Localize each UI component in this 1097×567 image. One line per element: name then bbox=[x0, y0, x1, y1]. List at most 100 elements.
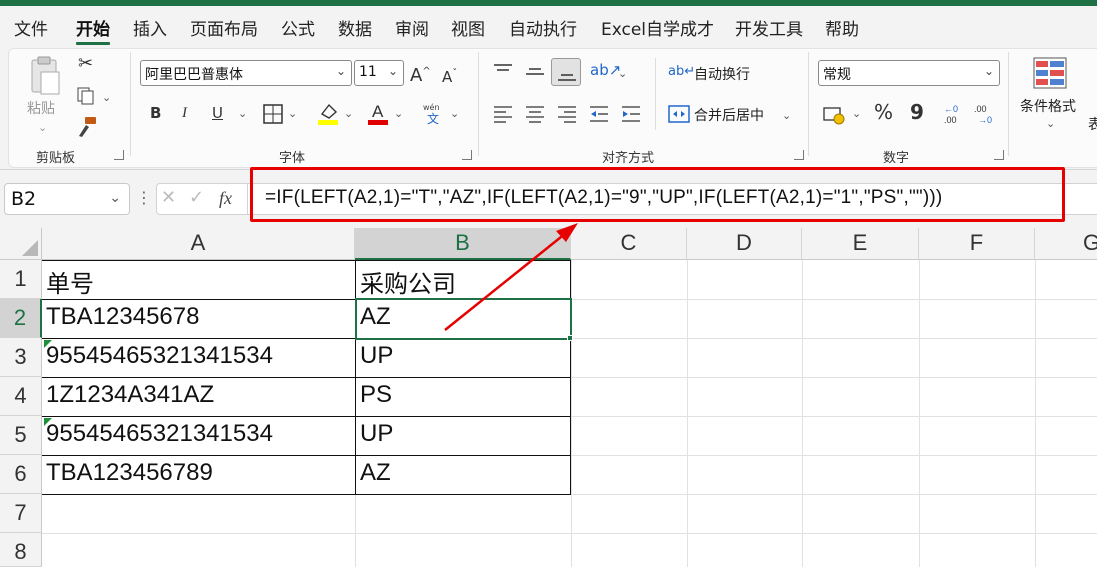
wrap-text-icon[interactable]: ab↵ bbox=[668, 62, 695, 82]
tab-help[interactable]: 帮助 bbox=[825, 15, 859, 40]
tab-file[interactable]: 文件 bbox=[14, 15, 48, 40]
column-header-d[interactable]: D bbox=[687, 228, 802, 260]
column-header-c[interactable]: C bbox=[571, 228, 687, 260]
tab-automate[interactable]: 自动执行 bbox=[509, 15, 577, 40]
cell-a2[interactable]: TBA12345678 bbox=[42, 303, 199, 331]
cut-icon[interactable]: ✂ bbox=[78, 54, 93, 74]
accounting-chevron-icon[interactable]: ⌄ bbox=[852, 104, 861, 124]
column-header-b[interactable]: B bbox=[355, 228, 571, 260]
copy-chevron-icon[interactable]: ⌄ bbox=[102, 88, 111, 108]
increase-decimal-icon[interactable]: ←0 .00 bbox=[940, 102, 966, 126]
decrease-decimal-icon[interactable]: .00 →0 bbox=[972, 102, 998, 126]
comma-style-button[interactable]: 9 bbox=[910, 102, 924, 122]
bold-button[interactable]: B bbox=[150, 103, 161, 123]
name-box[interactable]: B2 ⌄ bbox=[4, 183, 130, 215]
orientation-icon[interactable]: ab↗ bbox=[590, 60, 621, 80]
tab-insert[interactable]: 插入 bbox=[133, 15, 167, 40]
fill-color-icon[interactable] bbox=[316, 100, 340, 126]
row-header-2[interactable]: 2 bbox=[0, 299, 42, 338]
font-color-chevron-icon[interactable]: ⌄ bbox=[394, 104, 403, 124]
decrease-indent-icon[interactable] bbox=[588, 104, 610, 124]
font-color-icon[interactable]: A bbox=[366, 100, 390, 126]
italic-button[interactable]: I bbox=[182, 103, 187, 123]
increase-font-size-icon[interactable]: A^ bbox=[410, 62, 431, 86]
accounting-format-icon[interactable] bbox=[822, 104, 846, 126]
column-header-f[interactable]: F bbox=[919, 228, 1035, 260]
column-header-e[interactable]: E bbox=[802, 228, 919, 260]
tab-view[interactable]: 视图 bbox=[451, 15, 485, 40]
paste-chevron-icon[interactable]: ⌄ bbox=[38, 118, 47, 138]
tab-review[interactable]: 审阅 bbox=[395, 15, 429, 40]
font-name-dropdown[interactable]: 阿里巴巴普惠体 ⌄ bbox=[140, 60, 352, 86]
font-launcher-icon[interactable] bbox=[462, 150, 472, 160]
enter-icon[interactable]: ✓ bbox=[189, 188, 204, 208]
phonetic-guide-icon[interactable]: wén 文 bbox=[420, 102, 446, 126]
increase-indent-icon[interactable] bbox=[620, 104, 642, 124]
borders-chevron-icon[interactable]: ⌄ bbox=[288, 104, 297, 124]
clipboard-launcher-icon[interactable] bbox=[114, 150, 124, 160]
phonetic-chevron-icon[interactable]: ⌄ bbox=[450, 104, 459, 124]
conditional-formatting-chevron-icon[interactable]: ⌄ bbox=[1046, 114, 1055, 134]
number-format-dropdown[interactable]: 常规 ⌄ bbox=[818, 60, 1000, 86]
cell-a1[interactable]: 单号 bbox=[42, 264, 94, 299]
merge-chevron-icon[interactable]: ⌄ bbox=[782, 106, 791, 126]
row-header-1[interactable]: 1 bbox=[0, 260, 42, 299]
cell-b1[interactable]: 采购公司 bbox=[356, 264, 456, 299]
tab-data[interactable]: 数据 bbox=[338, 15, 372, 40]
table-border bbox=[42, 494, 571, 495]
paste-button[interactable]: 粘贴 bbox=[27, 98, 55, 118]
align-right-icon[interactable] bbox=[556, 104, 578, 124]
fill-color-chevron-icon[interactable]: ⌄ bbox=[344, 104, 353, 124]
format-painter-icon[interactable] bbox=[76, 116, 98, 138]
row-header-6[interactable]: 6 bbox=[0, 455, 42, 494]
merge-center-icon[interactable] bbox=[668, 104, 690, 124]
more-options-icon[interactable]: ⋮ bbox=[136, 188, 152, 208]
font-size-dropdown[interactable]: 11 ⌄ bbox=[354, 60, 404, 86]
tab-developer[interactable]: 开发工具 bbox=[735, 15, 803, 40]
align-center-icon[interactable] bbox=[524, 104, 546, 124]
paste-icon[interactable] bbox=[26, 56, 62, 98]
cell-b3[interactable]: UP bbox=[356, 342, 393, 370]
tab-page-layout[interactable]: 页面布局 bbox=[190, 15, 258, 40]
align-middle-icon[interactable] bbox=[524, 62, 546, 82]
row-header-5[interactable]: 5 bbox=[0, 416, 42, 455]
underline-chevron-icon[interactable]: ⌄ bbox=[238, 104, 247, 124]
tab-excel-self-study[interactable]: Excel自学成才 bbox=[601, 15, 714, 40]
worksheet-grid[interactable]: A B C D E F G 1 2 3 4 5 6 7 8 单号 采购公司 TB… bbox=[0, 228, 1097, 567]
copy-icon[interactable] bbox=[76, 86, 98, 106]
tab-formulas[interactable]: 公式 bbox=[281, 15, 315, 40]
merge-center-button[interactable]: 合并后居中 bbox=[694, 105, 764, 125]
row-header-7[interactable]: 7 bbox=[0, 494, 42, 533]
fill-handle[interactable] bbox=[567, 335, 573, 341]
cancel-icon[interactable]: ✕ bbox=[161, 188, 176, 208]
row-header-8[interactable]: 8 bbox=[0, 533, 42, 567]
column-header-g[interactable]: G bbox=[1035, 228, 1097, 260]
align-left-icon[interactable] bbox=[492, 104, 514, 124]
alignment-launcher-icon[interactable] bbox=[794, 150, 804, 160]
orientation-chevron-icon[interactable]: ⌄ bbox=[618, 64, 627, 84]
decrease-font-size-icon[interactable]: Aˇ bbox=[442, 64, 457, 87]
number-launcher-icon[interactable] bbox=[994, 150, 1004, 160]
conditional-formatting-button[interactable]: 条件格式 bbox=[1020, 96, 1076, 116]
align-bottom-button[interactable] bbox=[551, 58, 581, 86]
cell-b6[interactable]: AZ bbox=[356, 459, 391, 487]
percent-style-button[interactable]: % bbox=[874, 102, 893, 122]
row-header-3[interactable]: 3 bbox=[0, 338, 42, 377]
cell-b5[interactable]: UP bbox=[356, 420, 393, 448]
align-top-icon[interactable] bbox=[492, 62, 514, 82]
format-as-table-button[interactable]: 表 bbox=[1088, 114, 1097, 134]
insert-function-button[interactable]: fx bbox=[219, 188, 232, 208]
row-header-4[interactable]: 4 bbox=[0, 377, 42, 416]
cell-a3[interactable]: 95545465321341534 bbox=[42, 342, 273, 370]
tab-home[interactable]: 开始 bbox=[76, 15, 110, 40]
cell-a5[interactable]: 95545465321341534 bbox=[42, 420, 273, 448]
conditional-formatting-icon[interactable] bbox=[1032, 56, 1070, 92]
column-header-a[interactable]: A bbox=[42, 228, 355, 260]
underline-button[interactable]: U bbox=[212, 103, 223, 123]
select-all-button[interactable] bbox=[0, 228, 42, 260]
borders-icon[interactable] bbox=[262, 103, 284, 125]
cell-a4[interactable]: 1Z1234A341AZ bbox=[42, 381, 214, 409]
cell-b4[interactable]: PS bbox=[356, 381, 392, 409]
wrap-text-button[interactable]: 自动换行 bbox=[694, 64, 750, 84]
cell-a6[interactable]: TBA123456789 bbox=[42, 459, 213, 487]
